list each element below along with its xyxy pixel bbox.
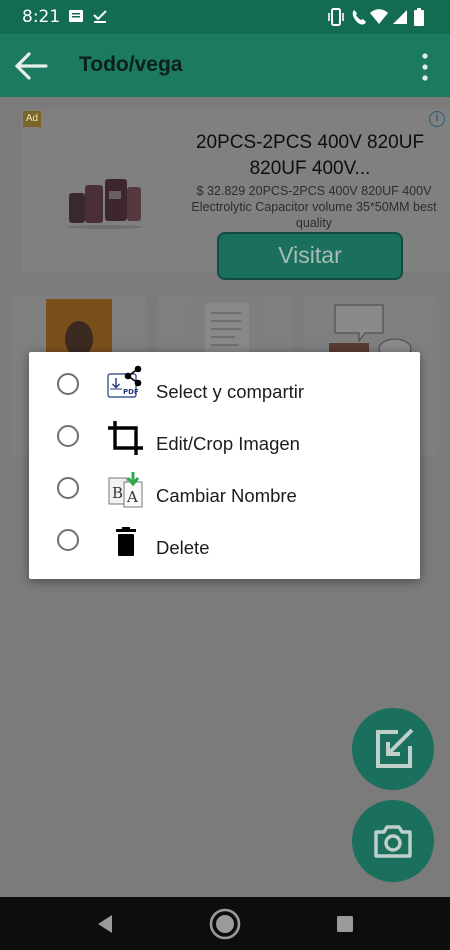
- arrow-back-icon[interactable]: [12, 50, 48, 82]
- download-done-icon: [93, 10, 107, 23]
- wifi-call-icon: [352, 10, 366, 25]
- more-vert-icon[interactable]: [414, 51, 436, 83]
- camera-icon: [374, 825, 412, 858]
- radio-button[interactable]: [57, 477, 79, 499]
- rename-icon: B A: [108, 472, 143, 508]
- wifi-icon: [370, 9, 388, 24]
- camera-fab[interactable]: [352, 800, 434, 882]
- svg-text:PDF: PDF: [123, 388, 139, 396]
- edit-icon: [376, 728, 414, 768]
- card-image: [329, 299, 413, 359]
- card-image: [191, 299, 261, 359]
- option-label: Cambiar Nombre: [156, 485, 297, 506]
- page-title: Todo/vega: [79, 53, 183, 76]
- ad-description: $ 32.829 20PCS-2PCS 400V 820UF 400V Elec…: [191, 184, 437, 230]
- app-bar: Todo/vega: [0, 34, 450, 97]
- ad-banner[interactable]: Ad i 20PCS-2PCS 400V 820UF 820UF 400V...…: [21, 109, 449, 280]
- ad-headline: 20PCS-2PCS 400V 820UF 820UF 400V...: [195, 132, 425, 179]
- ad-info-icon[interactable]: i: [429, 111, 445, 127]
- ad-badge: Ad: [23, 111, 41, 127]
- radio-button[interactable]: [57, 373, 79, 395]
- status-bar: 8:21: [0, 0, 450, 34]
- delete-icon: [116, 527, 136, 556]
- svg-text:A: A: [126, 488, 138, 506]
- nav-home-icon[interactable]: [208, 907, 242, 941]
- status-time: 8:21: [22, 7, 61, 27]
- signal-icon: [393, 10, 407, 24]
- share-pdf-icon: PDF: [107, 365, 142, 398]
- battery-icon: [414, 8, 424, 26]
- notification-icon: [69, 10, 83, 22]
- radio-button[interactable]: [57, 425, 79, 447]
- visitar-button[interactable]: Visitar: [217, 232, 403, 280]
- crop-icon: [108, 421, 143, 455]
- options-dialog: PDF Select y compartir Edit/Crop Imagen …: [29, 352, 420, 579]
- option-select-share[interactable]: PDF Select y compartir: [29, 360, 420, 412]
- nav-back-icon[interactable]: [88, 907, 122, 941]
- svg-text:B: B: [112, 484, 123, 502]
- card-image: [46, 299, 112, 359]
- option-label: Delete: [156, 537, 210, 558]
- option-edit-crop[interactable]: Edit/Crop Imagen: [29, 412, 420, 464]
- vibrate-icon: [328, 8, 344, 26]
- option-label: Edit/Crop Imagen: [156, 433, 300, 454]
- edit-fab[interactable]: [352, 708, 434, 790]
- nav-recents-icon[interactable]: [328, 907, 362, 941]
- option-delete[interactable]: Delete: [29, 516, 420, 568]
- option-label: Select y compartir: [156, 381, 305, 402]
- radio-button[interactable]: [57, 529, 79, 551]
- option-rename[interactable]: B A Cambiar Nombre: [29, 464, 420, 516]
- ad-product-image: [67, 179, 143, 229]
- navigation-bar: [0, 897, 450, 950]
